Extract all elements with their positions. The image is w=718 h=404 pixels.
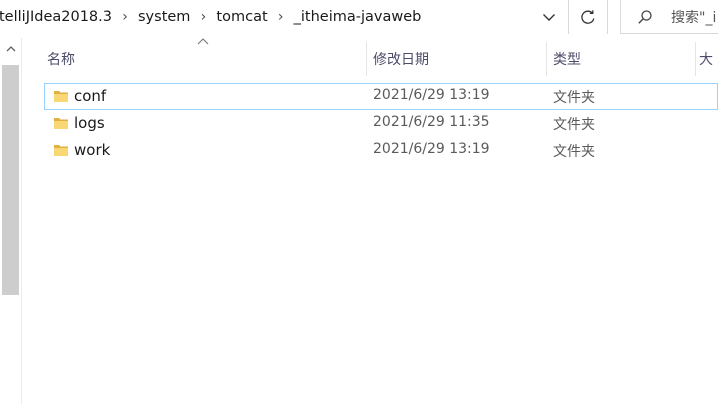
file-type: 文件夹 xyxy=(553,117,595,133)
column-divider[interactable] xyxy=(546,42,547,76)
chevron-down-icon xyxy=(543,14,555,21)
file-name: conf xyxy=(74,87,107,105)
refresh-button[interactable] xyxy=(568,0,608,34)
address-bar: telliJIdea2018.3 › system › tomcat › _it… xyxy=(0,0,718,34)
breadcrumb-separator[interactable]: › xyxy=(112,9,138,25)
search-icon xyxy=(637,9,653,25)
address-dropdown-button[interactable] xyxy=(532,0,566,34)
search-placeholder: 搜索"_i xyxy=(671,9,717,26)
folder-icon xyxy=(54,118,68,129)
folder-icon xyxy=(54,91,68,102)
file-name: logs xyxy=(74,114,105,132)
breadcrumb-item-tomcat[interactable]: tomcat xyxy=(216,9,267,25)
breadcrumb-item-system[interactable]: system xyxy=(138,9,190,25)
column-headers: 名称 修改日期 类型 大 xyxy=(22,37,718,80)
breadcrumb: telliJIdea2018.3 › system › tomcat › _it… xyxy=(0,0,566,34)
column-header-modified[interactable]: 修改日期 xyxy=(370,38,545,80)
breadcrumb-separator[interactable]: › xyxy=(268,9,294,25)
scroll-up-arrow-icon xyxy=(6,46,15,52)
breadcrumb-separator[interactable]: › xyxy=(190,9,216,25)
file-row-logs[interactable]: logs 2021/6/29 11:35 文件夹 xyxy=(44,110,718,137)
column-header-size[interactable]: 大 xyxy=(696,38,718,80)
file-type: 文件夹 xyxy=(553,90,595,106)
search-input[interactable]: 搜索"_i xyxy=(620,0,718,34)
vertical-scrollbar[interactable] xyxy=(0,38,22,404)
folder-icon xyxy=(54,145,68,156)
scroll-up-button[interactable] xyxy=(0,38,21,60)
file-type: 文件夹 xyxy=(553,144,595,160)
column-header-name[interactable]: 名称 xyxy=(44,38,364,80)
refresh-icon xyxy=(581,10,595,24)
breadcrumb-item-itheima-javaweb[interactable]: _itheima-javaweb xyxy=(294,9,422,25)
file-modified: 2021/6/29 13:19 xyxy=(373,87,490,103)
column-header-type[interactable]: 类型 xyxy=(550,38,695,80)
scrollbar-thumb[interactable] xyxy=(2,65,19,295)
file-row-conf[interactable]: conf 2021/6/29 13:19 文件夹 xyxy=(44,83,718,110)
column-divider[interactable] xyxy=(366,42,367,76)
file-modified: 2021/6/29 11:35 xyxy=(373,114,490,130)
file-modified: 2021/6/29 13:19 xyxy=(373,141,490,157)
breadcrumb-item-intellijidea[interactable]: telliJIdea2018.3 xyxy=(0,9,112,25)
file-name: work xyxy=(74,141,111,159)
file-list: conf 2021/6/29 13:19 文件夹 logs 2021/6/29 … xyxy=(44,83,718,164)
file-row-work[interactable]: work 2021/6/29 13:19 文件夹 xyxy=(44,137,718,164)
